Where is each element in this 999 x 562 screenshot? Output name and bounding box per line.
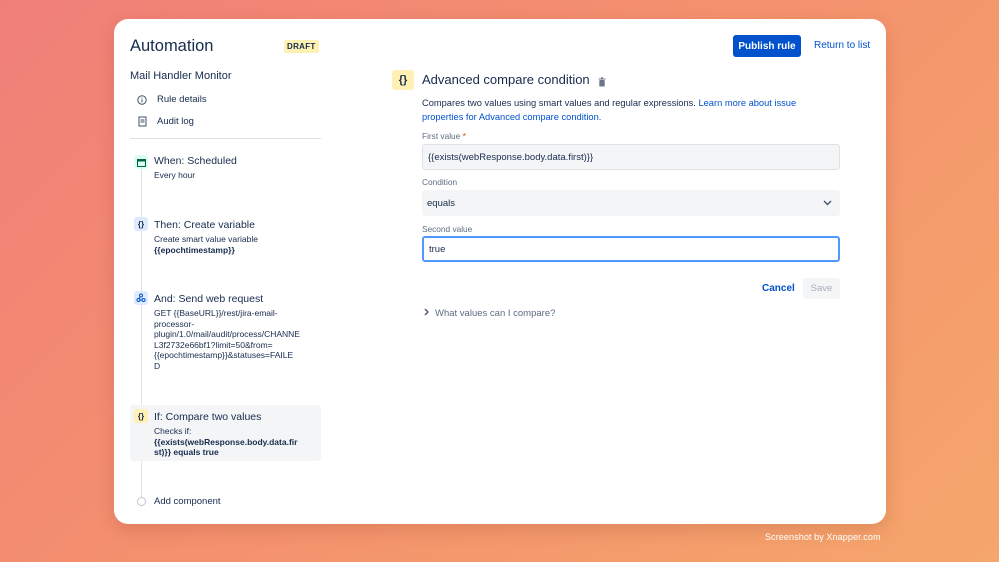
rule-name: Mail Handler Monitor — [130, 70, 232, 82]
second-value-label: Second value — [422, 224, 473, 234]
step-when-scheduled[interactable]: When: Scheduled Every hour — [154, 155, 237, 181]
trash-icon[interactable] — [598, 74, 606, 92]
add-component-link[interactable]: Add component — [154, 496, 221, 507]
webhook-icon — [134, 291, 148, 305]
condition-label: Condition — [422, 177, 458, 187]
step-desc: Checks if: — [154, 426, 192, 436]
publish-rule-button[interactable]: Publish rule — [733, 35, 801, 57]
step-send-web-request[interactable]: And: Send web request GET {{BaseURL}}/re… — [154, 293, 300, 372]
condition-description: Compares two values using smart values a… — [422, 97, 822, 124]
what-values-expander[interactable]: What values can I compare? — [424, 308, 555, 319]
sidebar-item-label: Audit log — [157, 116, 194, 127]
step-desc-line: D — [154, 360, 161, 371]
step-desc: Create smart value variable — [154, 234, 258, 244]
condition-value: equals — [427, 197, 455, 209]
condition-title: Advanced compare condition — [422, 72, 590, 87]
step-desc-line: {{epochtimestamp}}&statuses=FAILE — [154, 350, 294, 361]
step-title: Then: Create variable — [154, 219, 255, 231]
step-title: And: Send web request — [154, 293, 264, 305]
condition-select[interactable]: equals — [422, 190, 840, 216]
first-value-input[interactable]: {{exists(webResponse.body.data.first)}} — [422, 144, 840, 170]
calendar-icon — [134, 155, 148, 169]
step-title: When: Scheduled — [154, 155, 237, 167]
required-mark: * — [462, 131, 466, 141]
step-desc-bold: st)}} equals true — [154, 447, 219, 458]
first-value-label-text: First value — [422, 131, 461, 141]
step-desc: Every hour — [154, 170, 196, 180]
sidebar-item-audit-log[interactable]: Audit log — [136, 116, 194, 127]
chevron-right-icon — [424, 308, 429, 319]
step-desc-line: processor- — [154, 318, 195, 329]
draft-badge: DRAFT — [284, 40, 319, 53]
save-button[interactable]: Save — [803, 278, 840, 299]
step-desc-line: plugin/1.0/mail/audit/process/CHANNE — [154, 329, 300, 340]
step-desc-bold: {{epochtimestamp}} — [154, 244, 235, 255]
description-text: Compares two values using smart values a… — [422, 98, 696, 108]
step-create-variable[interactable]: Then: Create variable Create smart value… — [154, 219, 258, 255]
second-value-input[interactable]: true — [422, 236, 840, 262]
braces-icon: {} — [134, 409, 148, 423]
step-desc-bold: {{exists(webResponse.body.data.fir — [154, 436, 298, 447]
automation-card: Automation DRAFT Publish rule Return to … — [114, 19, 886, 524]
learn-more-link-cont[interactable]: properties for Advanced compare conditio… — [422, 112, 601, 122]
step-compare-content: If: Compare two values Checks if: {{exis… — [154, 411, 297, 458]
return-to-list-link[interactable]: Return to list — [814, 40, 870, 51]
sidebar-item-label: Rule details — [157, 94, 207, 105]
braces-icon: {} — [134, 217, 148, 231]
braces-icon: {} — [392, 70, 414, 90]
sidebar-divider — [130, 138, 321, 139]
learn-more-link[interactable]: Learn more about issue — [698, 98, 796, 108]
watermark: Screenshot by Xnapper.com — [765, 532, 881, 542]
step-desc-line: L3f2732e66bf1?limit=50&from= — [154, 339, 273, 350]
add-component-dot — [137, 497, 146, 506]
expander-label: What values can I compare? — [435, 308, 556, 319]
chevron-down-icon — [823, 198, 832, 209]
sidebar-item-rule-details[interactable]: Rule details — [136, 94, 207, 105]
document-icon — [136, 116, 148, 127]
step-title: If: Compare two values — [154, 411, 262, 423]
page-title: Automation — [130, 37, 214, 55]
step-desc-line: GET {{BaseURL}}/rest/jira-email- — [154, 308, 278, 318]
cancel-button[interactable]: Cancel — [762, 283, 795, 294]
info-icon — [136, 94, 148, 105]
first-value-label: First value * — [422, 131, 466, 141]
